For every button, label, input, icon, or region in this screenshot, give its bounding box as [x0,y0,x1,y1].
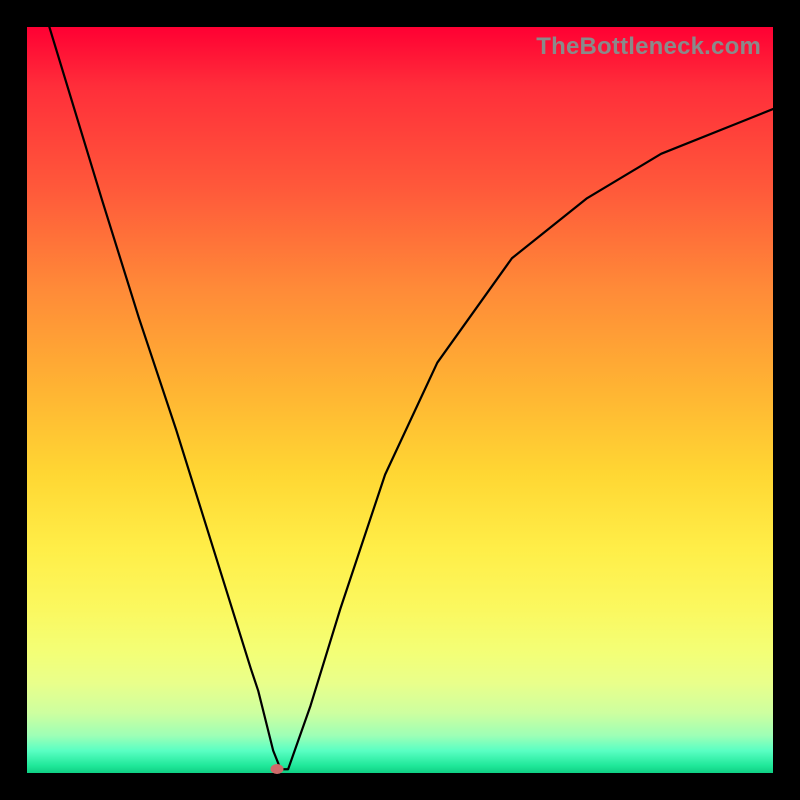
chart-frame: TheBottleneck.com [0,0,800,800]
plot-area: TheBottleneck.com [27,27,773,773]
minimum-marker [270,764,283,774]
bottleneck-curve [27,27,773,773]
